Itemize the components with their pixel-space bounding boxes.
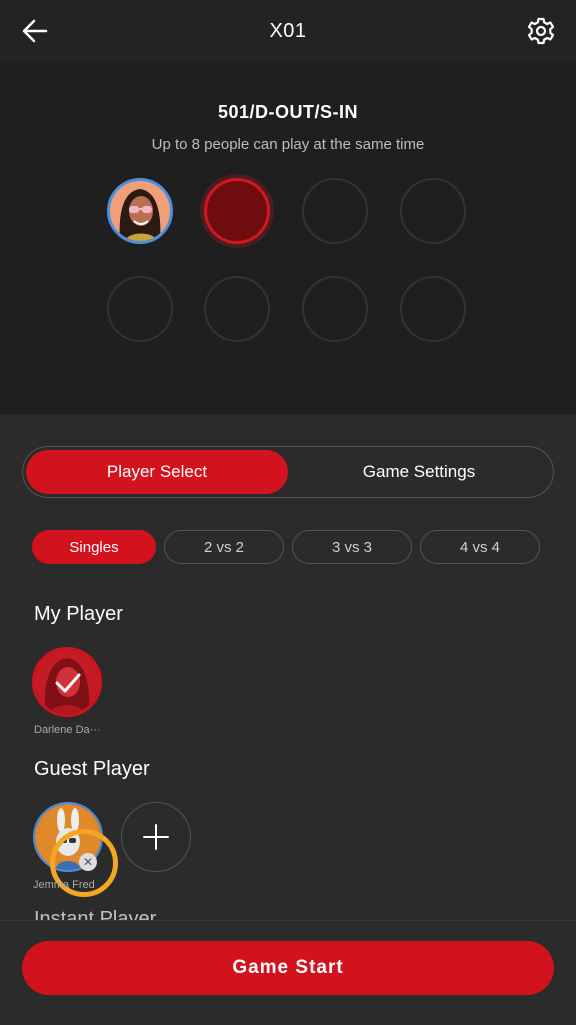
- my-player-heading: My Player: [34, 603, 123, 625]
- tab-switcher: Player Select Game Settings: [22, 446, 554, 498]
- game-format-title: 501/D-OUT/S-IN: [217, 102, 359, 122]
- player-slot-7[interactable]: [302, 276, 368, 342]
- team-mode-selector: Singles 2 vs 2 3 vs 3 4 vs 4: [32, 530, 540, 564]
- remove-guest-icon[interactable]: ✕: [79, 853, 97, 871]
- player-slot-6[interactable]: [204, 276, 270, 342]
- guest-player-heading: Guest Player: [34, 758, 150, 780]
- tab-player-select[interactable]: Player Select: [26, 450, 288, 494]
- game-start-button[interactable]: Game Start: [22, 941, 554, 995]
- game-description: Up to 8 people can play at the same time: [151, 136, 425, 153]
- plus-icon: [143, 824, 169, 850]
- player-slot-3[interactable]: [302, 178, 368, 244]
- player-slot-1[interactable]: [107, 178, 173, 244]
- tab-game-settings[interactable]: Game Settings: [288, 450, 550, 494]
- mode-singles[interactable]: Singles: [32, 530, 156, 564]
- back-button[interactable]: [20, 16, 50, 46]
- player-slot-4[interactable]: [400, 178, 466, 244]
- player-slot-8[interactable]: [400, 276, 466, 342]
- mode-2vs2[interactable]: 2 vs 2: [164, 530, 284, 564]
- my-player-name: Darlene Da···: [34, 724, 101, 736]
- top-bar: X01: [0, 0, 576, 62]
- my-player-avatar[interactable]: [32, 647, 102, 717]
- check-icon: [55, 673, 81, 693]
- arrow-left-icon: [22, 19, 48, 43]
- instant-player-heading: Instant Player: [34, 908, 157, 920]
- player-avatar-image: [110, 181, 170, 241]
- player-slot-5[interactable]: [107, 276, 173, 342]
- game-lobby-panel: 501/D-OUT/S-IN Up to 8 people can play a…: [0, 62, 576, 414]
- gear-icon: [527, 17, 555, 45]
- add-guest-button[interactable]: [121, 802, 191, 872]
- guest-player-name: Jemma Fred: [33, 879, 95, 891]
- settings-button[interactable]: [526, 16, 556, 46]
- player-slot-2[interactable]: [204, 178, 270, 244]
- mode-4vs4[interactable]: 4 vs 4: [420, 530, 540, 564]
- page-title: X01: [269, 19, 307, 42]
- mode-3vs3[interactable]: 3 vs 3: [292, 530, 412, 564]
